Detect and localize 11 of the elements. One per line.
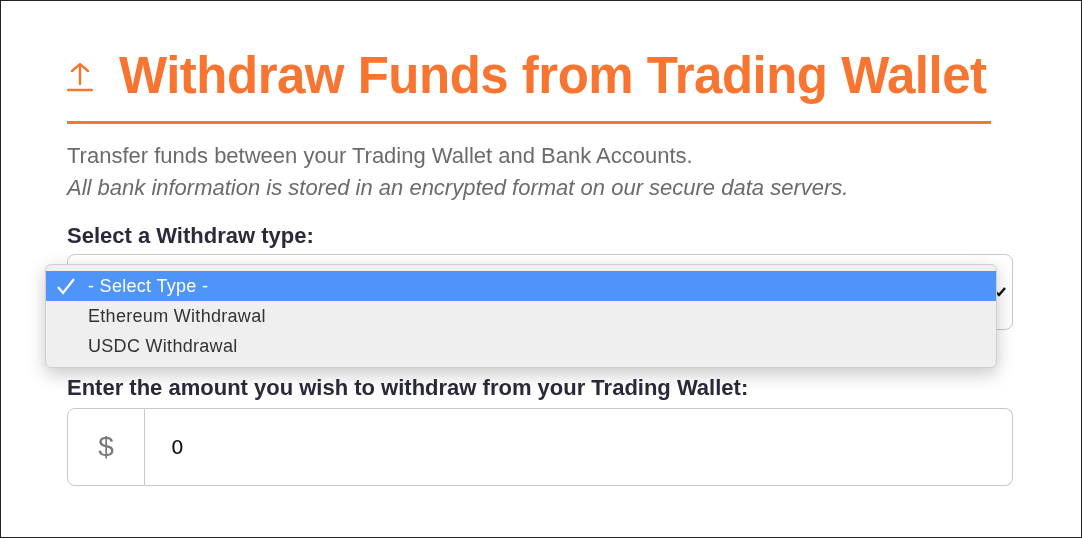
upload-icon bbox=[67, 60, 93, 92]
dropdown-option[interactable]: Ethereum Withdrawal bbox=[46, 301, 996, 331]
amount-field[interactable]: 0 bbox=[145, 408, 1013, 486]
security-note: All bank information is stored in an encrypted format on our secure data servers. bbox=[67, 174, 850, 202]
withdraw-type-label: Select a Withdraw type: bbox=[67, 222, 315, 250]
dropdown-option[interactable]: USDC Withdrawal bbox=[46, 331, 996, 361]
check-icon bbox=[56, 277, 76, 295]
currency-prefix: $ bbox=[67, 408, 145, 486]
page-title: Withdraw Funds from Trading Wallet bbox=[119, 46, 987, 106]
amount-label: Enter the amount you wish to withdraw from your Trading Wallet: bbox=[67, 374, 750, 402]
description-text: Transfer funds between your Trading Wallet and Bank Accounts. bbox=[67, 142, 694, 170]
